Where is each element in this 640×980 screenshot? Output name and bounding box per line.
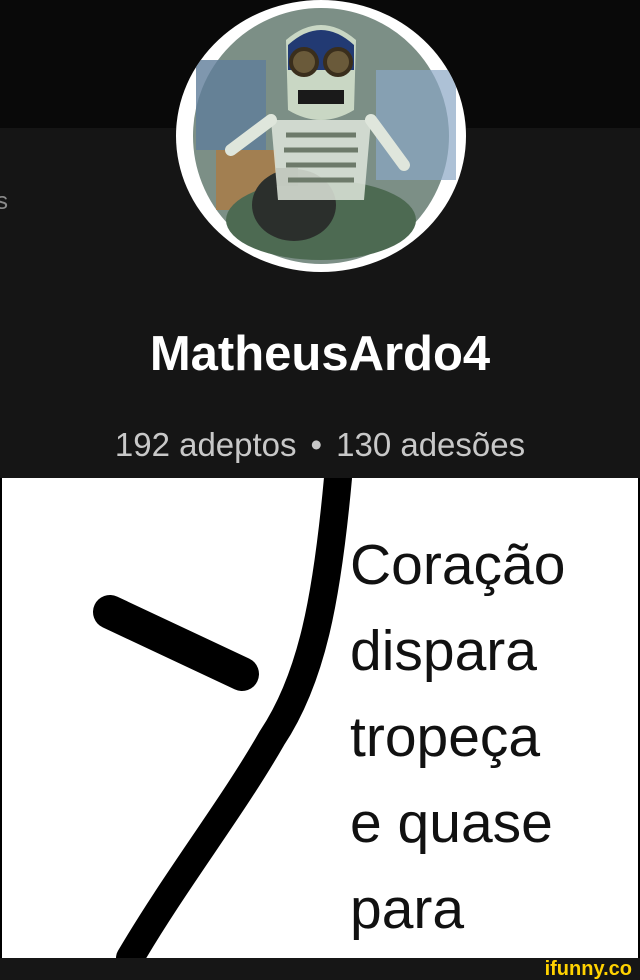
caption-line: tropeça [350,705,541,769]
stick-arm-line [93,595,259,691]
avatar-image [187,2,456,270]
profile-stats: 192 adeptos • 130 adesões [0,426,640,464]
stick-body-line [116,478,352,958]
subscriptions-count[interactable]: 130 adesões [336,426,525,463]
watermark-bar: ifunny.co [0,958,640,980]
avatar[interactable] [176,0,466,272]
meme-panel: Coração dispara tropeça e quase para [0,478,640,958]
caption-line: Coração [350,533,566,597]
profile-header: s MatheusArdo4 192 adeptos • 130 adesões [0,0,640,478]
caption-line: dispara [350,619,537,683]
username[interactable]: MatheusArdo4 [0,326,640,382]
ifunny-logo: ifunny.co [544,958,632,980]
followers-count[interactable]: 192 adeptos [115,426,297,463]
meme-caption: Coração dispara tropeça e quase para [350,522,565,952]
caption-line: para [350,877,465,941]
caption-line: e quase [350,791,553,855]
stats-separator: • [310,426,323,463]
cropped-glyph: s [0,188,8,215]
